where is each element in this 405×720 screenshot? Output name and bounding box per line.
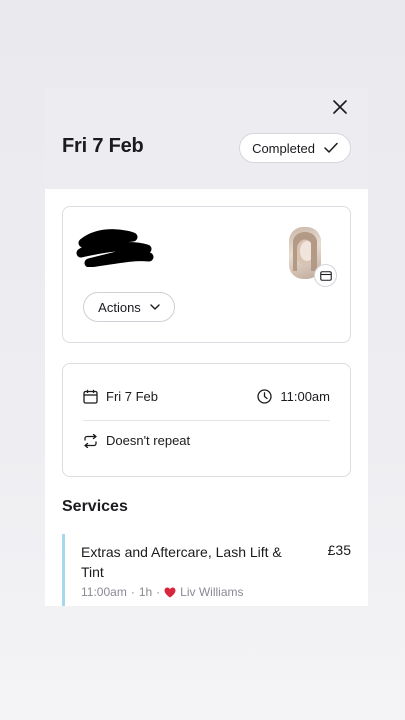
time-field[interactable]: 11:00am	[257, 389, 330, 404]
divider	[83, 420, 330, 421]
close-icon	[333, 100, 347, 114]
repeat-row[interactable]: Doesn't repeat	[83, 433, 330, 448]
service-name: Extras and Aftercare, Lash Lift & Tint	[81, 544, 282, 580]
redacted-client-name	[76, 229, 154, 267]
service-staff: Liv Williams	[180, 585, 244, 599]
appointment-sheet: Fri 7 Feb Completed Actions Fri 7 Feb 11…	[45, 88, 368, 606]
status-dropdown[interactable]: Completed	[239, 133, 351, 163]
close-button[interactable]	[329, 96, 351, 118]
actions-button[interactable]: Actions	[83, 292, 175, 322]
client-card[interactable]: Actions	[62, 206, 351, 343]
service-item[interactable]: Extras and Aftercare, Lash Lift & Tint £…	[62, 534, 351, 606]
date-field[interactable]: Fri 7 Feb	[83, 389, 158, 404]
date-value: Fri 7 Feb	[106, 389, 159, 404]
checkmark-icon	[324, 142, 338, 153]
calendar-icon	[83, 389, 98, 404]
services-heading: Services	[62, 498, 128, 515]
chevron-down-icon	[150, 304, 160, 310]
separator-dot: ·	[156, 585, 161, 599]
schedule-card: Fri 7 Feb 11:00am Doesn't repeat	[62, 363, 351, 477]
date-time-row: Fri 7 Feb 11:00am	[83, 389, 330, 404]
sheet-header: Fri 7 Feb Completed	[45, 88, 368, 189]
time-value: 11:00am	[280, 389, 330, 404]
service-meta: 11:00am · 1h · Liv Williams	[81, 585, 244, 599]
service-time: 11:00am	[81, 585, 127, 599]
service-duration: 1h	[138, 585, 153, 599]
separator-dot: ·	[130, 585, 135, 599]
heart-icon	[164, 587, 176, 597]
status-label: Completed	[252, 140, 315, 156]
actions-label: Actions	[98, 299, 141, 315]
page-title: Fri 7 Feb	[62, 135, 144, 157]
repeat-value: Doesn't repeat	[106, 433, 191, 448]
repeat-icon	[84, 433, 97, 448]
service-price: £35	[327, 542, 351, 558]
payment-card-badge[interactable]	[314, 264, 337, 287]
card-icon	[319, 270, 332, 281]
clock-icon	[257, 389, 273, 404]
